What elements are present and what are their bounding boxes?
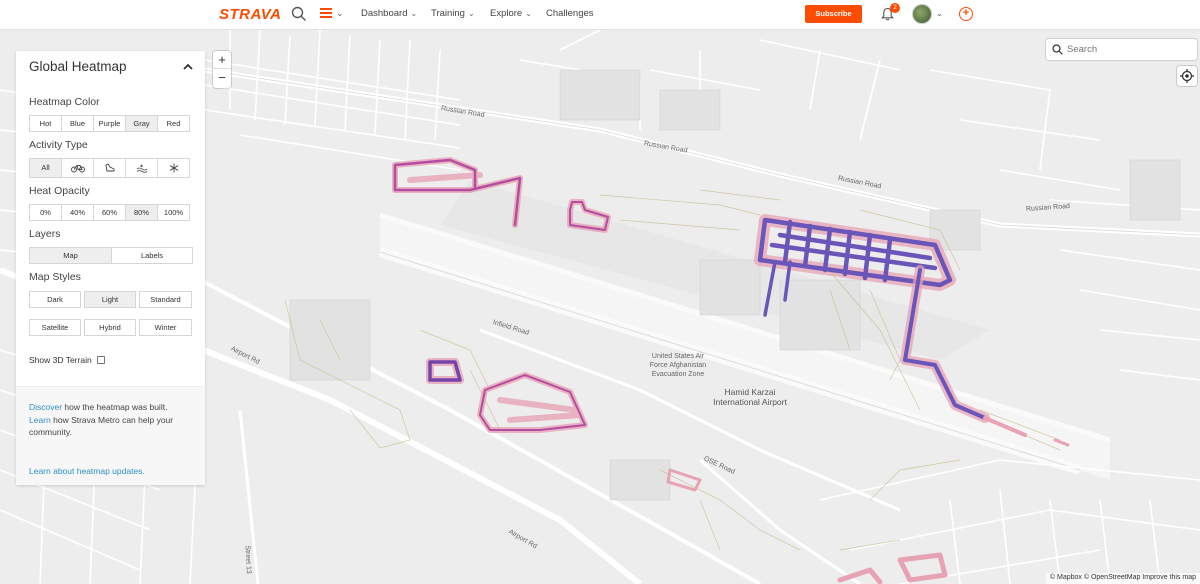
nav-training[interactable]: Training ⌄ bbox=[431, 8, 475, 19]
style-light-button[interactable]: Light bbox=[84, 291, 136, 308]
opacity-60-button[interactable]: 60% bbox=[93, 204, 126, 221]
style-winter-button[interactable]: Winter bbox=[139, 319, 192, 336]
opacity-0-button[interactable]: 0% bbox=[29, 204, 62, 221]
place-label: United States Air Force Afghanistan Evac… bbox=[649, 353, 707, 378]
activity-run-button[interactable] bbox=[93, 158, 126, 178]
chevron-down-icon: ⌄ bbox=[525, 9, 532, 18]
discover-link[interactable]: Discover bbox=[29, 402, 62, 412]
chevron-up-icon[interactable] bbox=[182, 62, 194, 72]
activity-winter-button[interactable] bbox=[157, 158, 190, 178]
map-search-input[interactable] bbox=[1067, 42, 1187, 57]
color-hot-button[interactable]: Hot bbox=[29, 115, 62, 132]
airport-label: Hamid Karzai International Airport bbox=[713, 387, 787, 407]
nav-challenges-label: Challenges bbox=[546, 8, 594, 19]
chevron-down-icon: ⌄ bbox=[336, 8, 344, 18]
layers-label: Layers bbox=[29, 228, 61, 240]
chevron-down-icon: ⌄ bbox=[410, 9, 418, 18]
subscribe-button[interactable]: Subscribe bbox=[805, 5, 862, 23]
color-red-button[interactable]: Red bbox=[157, 115, 190, 132]
style-dark-button[interactable]: Dark bbox=[29, 291, 81, 308]
zoom-out-button[interactable]: − bbox=[213, 69, 231, 87]
activity-type-group: All bbox=[29, 158, 190, 178]
nav-dashboard[interactable]: Dashboard ⌄ bbox=[361, 8, 417, 19]
activity-all-button[interactable]: All bbox=[29, 158, 62, 178]
nav-explore[interactable]: Explore ⌄ bbox=[490, 8, 532, 19]
locate-me-button[interactable] bbox=[1177, 66, 1197, 86]
discover-text: how the heatmap was built. bbox=[62, 402, 168, 412]
run-shoe-icon bbox=[105, 163, 114, 172]
learn-link[interactable]: Learn bbox=[29, 415, 51, 425]
notification-badge: 2 bbox=[890, 3, 900, 13]
heat-opacity-label: Heat Opacity bbox=[29, 185, 90, 197]
style-satellite-button[interactable]: Satellite bbox=[29, 319, 81, 336]
nav-dashboard-label: Dashboard bbox=[361, 8, 408, 19]
heatmap-panel: Global Heatmap Heatmap Color Hot Blue Pu… bbox=[16, 51, 205, 485]
strava-logo[interactable]: STRAVA bbox=[219, 6, 281, 23]
search-icon bbox=[1052, 44, 1063, 55]
map-attribution[interactable]: © Mapbox © OpenStreetMap Improve this ma… bbox=[1045, 573, 1200, 584]
heatmap-color-label: Heatmap Color bbox=[29, 96, 100, 108]
color-gray-button[interactable]: Gray bbox=[125, 115, 158, 132]
show-3d-terrain-checkbox[interactable] bbox=[96, 356, 105, 364]
avatar[interactable] bbox=[912, 4, 932, 24]
activity-ride-button[interactable] bbox=[61, 158, 94, 178]
nav-explore-label: Explore bbox=[490, 8, 523, 19]
crosshair-icon bbox=[1180, 69, 1194, 83]
layer-map-button[interactable]: Map bbox=[29, 247, 112, 264]
color-purple-button[interactable]: Purple bbox=[93, 115, 126, 132]
bike-icon bbox=[70, 165, 85, 173]
color-blue-button[interactable]: Blue bbox=[61, 115, 94, 132]
info-text: Discover how the heatmap was built. Lear… bbox=[29, 401, 194, 439]
layer-labels-button[interactable]: Labels bbox=[111, 247, 193, 264]
map-styles-label: Map Styles bbox=[29, 271, 81, 283]
heatmap-color-group: Hot Blue Purple Gray Red bbox=[29, 115, 190, 132]
activity-water-button[interactable] bbox=[125, 158, 158, 178]
zoom-in-button[interactable]: + bbox=[213, 51, 231, 69]
chevron-down-icon: ⌄ bbox=[467, 9, 475, 18]
zoom-controls: + − bbox=[213, 51, 231, 88]
water-icon bbox=[136, 164, 147, 173]
panel-title: Global Heatmap bbox=[29, 59, 127, 74]
panel-info-section: Discover how the heatmap was built. Lear… bbox=[16, 386, 205, 485]
show-3d-terrain-label: Show 3D Terrain bbox=[29, 355, 92, 365]
snowflake-icon bbox=[169, 163, 178, 173]
opacity-40-button[interactable]: 40% bbox=[61, 204, 94, 221]
map-search-box[interactable] bbox=[1046, 39, 1197, 60]
activity-type-label: Activity Type bbox=[29, 139, 88, 151]
road-label: Street 13 bbox=[243, 545, 252, 575]
search-icon[interactable] bbox=[291, 6, 307, 22]
learn-text: how Strava Metro can help your community… bbox=[29, 414, 174, 438]
layers-group: Map Labels bbox=[29, 247, 193, 264]
nav-challenges[interactable]: Challenges bbox=[546, 8, 594, 19]
show-3d-terrain-row[interactable]: Show 3D Terrain bbox=[29, 355, 105, 365]
heat-opacity-group: 0% 40% 60% 80% 100% bbox=[29, 204, 190, 221]
heatmap-updates-link[interactable]: Learn about heatmap updates. bbox=[29, 466, 145, 476]
style-hybrid-button[interactable]: Hybrid bbox=[84, 319, 136, 336]
top-navigation-bar: STRAVA ⌄ Dashboard ⌄ Training ⌄ Explore ⌄ C… bbox=[0, 0, 1200, 30]
chevron-down-icon[interactable]: ⌄ bbox=[936, 9, 943, 18]
style-standard-button[interactable]: Standard bbox=[139, 291, 192, 308]
menu-button[interactable]: ⌄ bbox=[320, 8, 346, 22]
opacity-100-button[interactable]: 100% bbox=[157, 204, 190, 221]
add-icon[interactable]: + bbox=[959, 7, 973, 21]
nav-training-label: Training bbox=[431, 8, 465, 19]
opacity-80-button[interactable]: 80% bbox=[125, 204, 158, 221]
